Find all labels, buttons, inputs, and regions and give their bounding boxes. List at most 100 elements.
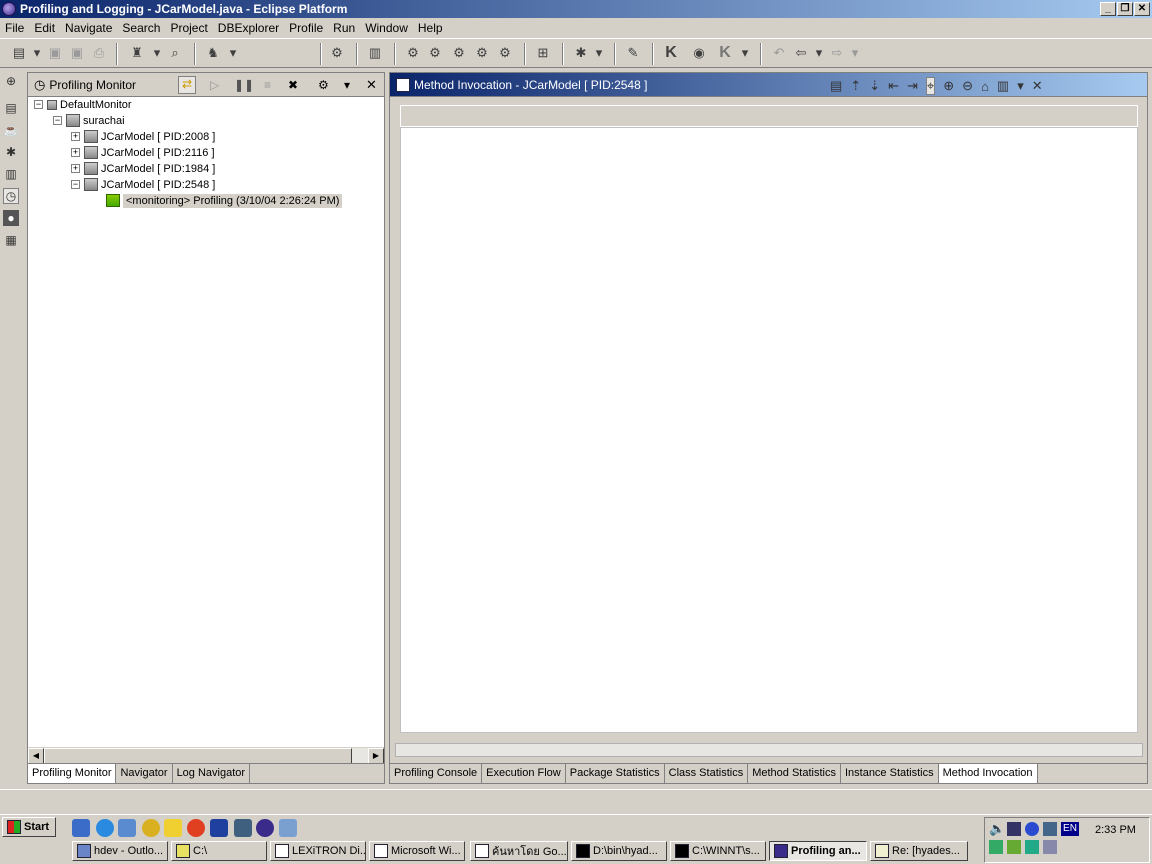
tab-execution-flow[interactable]: Execution Flow [482,764,566,783]
tab-navigator[interactable]: Navigator [116,764,173,783]
home-icon[interactable]: ⌂ [981,79,989,94]
tray-icon[interactable] [1007,840,1021,854]
back-icon[interactable]: ⇦ [792,44,810,62]
taskbar-item[interactable]: Re: [hyades... [870,841,968,861]
forward-dropdown-icon[interactable]: ▾ [846,44,864,62]
collapse-icon[interactable]: − [71,180,80,189]
taskbar-item[interactable]: C:\WINNT\s... [670,841,766,861]
media-icon[interactable] [187,819,205,837]
collapse-icon[interactable]: ⚙ [318,78,329,92]
next-invocation-icon[interactable]: ⇥ [907,78,918,94]
package-stats-icon[interactable]: ⚙ [404,44,422,62]
debug-dropdown-icon[interactable]: ▾ [590,44,608,62]
app-icon[interactable] [164,819,182,837]
scroll-right-icon[interactable]: ▶ [368,748,384,764]
start-button[interactable]: Start [2,817,56,837]
k-dropdown-icon[interactable]: ▾ [736,44,754,62]
menu-edit[interactable]: Edit [29,21,60,35]
tree-process[interactable]: + JCarModel [ PID:2116 ] [71,145,215,160]
minimize-button[interactable]: _ [1100,2,1116,16]
horizontal-scrollbar[interactable]: ◀ ▶ [28,747,384,764]
profiling-perspective-icon[interactable]: ◷ [3,188,19,204]
menu-profile[interactable]: Profile [284,21,328,35]
taskbar-item[interactable]: LEXiTRON Di... [270,841,366,861]
taskbar-item[interactable]: D:\bin\hyad... [571,841,667,861]
db-perspective-icon[interactable]: ▦ [3,232,19,248]
tray-icon[interactable] [989,840,1003,854]
debug-perspective-icon[interactable]: ✱ [3,144,19,160]
tray-icon[interactable] [1043,822,1057,836]
tab-profiling-monitor[interactable]: Profiling Monitor [28,764,117,783]
globe-icon[interactable]: ◉ [690,44,708,62]
close-view-icon[interactable]: ✕ [366,77,377,93]
menu-file[interactable]: File [0,21,29,35]
tray-icon[interactable] [1025,840,1039,854]
menu-navigate[interactable]: Navigate [60,21,117,35]
resource-perspective-icon[interactable]: ▤ [3,100,19,116]
tab-class-statistics[interactable]: Class Statistics [665,764,749,783]
menu-project[interactable]: Project [165,21,212,35]
book-icon[interactable] [234,819,252,837]
zoom-in-icon[interactable]: ⊕ [943,78,954,94]
open-type-icon[interactable]: ♜ [128,44,146,62]
open-source-icon[interactable]: ▤ [830,78,842,94]
select-icon[interactable]: ⌖ [925,77,936,95]
expand-icon[interactable]: + [71,132,80,141]
clock[interactable]: 2:33 PM [1095,824,1136,836]
tray-icon[interactable] [1025,822,1039,836]
link-icon[interactable]: ⇄ [178,76,196,94]
last-edit-icon[interactable]: ↶ [770,44,788,62]
save-icon[interactable]: ▣ [46,44,64,62]
k-gray-icon[interactable]: K [716,44,734,62]
tab-package-statistics[interactable]: Package Statistics [566,764,665,783]
new-dropdown-icon[interactable]: ▾ [28,44,46,62]
tab-instance-statistics[interactable]: Instance Statistics [841,764,939,783]
start-monitoring-icon[interactable]: ▷ [210,78,219,92]
close-view-icon[interactable]: ✕ [1032,78,1043,94]
forward-icon[interactable]: ⇨ [828,44,846,62]
open-type-dropdown-icon[interactable]: ▾ [148,44,166,62]
tree-agent[interactable]: <monitoring> Profiling (3/10/04 2:26:24 … [106,193,343,208]
tab-profiling-console[interactable]: Profiling Console [390,764,483,783]
menu-help[interactable]: Help [413,21,448,35]
restore-button[interactable]: ❐ [1117,2,1133,16]
outlook-icon[interactable] [118,819,136,837]
ie-icon[interactable] [96,819,114,837]
language-indicator[interactable]: EN [1061,822,1079,836]
tree-host[interactable]: − surachai [53,113,125,128]
menu-run[interactable]: Run [328,21,360,35]
save-all-icon[interactable]: ▣ [68,44,86,62]
view-menu-icon[interactable]: ▾ [1017,78,1024,94]
scroll-thumb[interactable] [44,748,352,764]
tree-root[interactable]: − DefaultMonitor [34,97,132,112]
open-perspective-icon[interactable]: ⊕ [3,73,19,89]
taskbar-item[interactable]: hdev - Outlo... [72,841,168,861]
tree-process[interactable]: + JCarModel [ PID:1984 ] [71,161,215,176]
app-icon[interactable] [142,819,160,837]
app-icon[interactable] [279,819,297,837]
network-icon[interactable] [1007,822,1021,836]
profile-dropdown-icon[interactable]: ▾ [224,44,242,62]
taskbar-item[interactable]: Microsoft Wi... [369,841,465,861]
eclipse-icon[interactable] [256,819,274,837]
scroll-left-icon[interactable]: ◀ [28,748,44,764]
object-refs-icon[interactable]: ⚙ [496,44,514,62]
menu-dbexplorer[interactable]: DBExplorer [213,21,284,35]
tree-process[interactable]: − JCarModel [ PID:2548 ] [71,177,215,192]
hierarchy-icon[interactable]: ⊞ [534,44,552,62]
class-stats-icon[interactable]: ⚙ [426,44,444,62]
view-menu-icon[interactable]: ▾ [344,78,350,92]
data-perspective-icon[interactable]: ▥ [3,166,19,182]
taskbar-item-active[interactable]: Profiling an... [769,841,867,861]
new-icon[interactable]: ▤ [10,44,28,62]
expand-icon[interactable]: + [71,164,80,173]
sort-down-icon[interactable]: ⇣ [869,78,880,94]
server-perspective-icon[interactable]: ● [3,210,19,226]
horizontal-scrollbar[interactable] [395,743,1143,757]
zoom-out-icon[interactable]: ⊖ [962,78,973,94]
show-desktop-icon[interactable] [72,819,90,837]
java-perspective-icon[interactable]: ☕ [3,122,19,138]
word-icon[interactable] [210,819,228,837]
prev-invocation-icon[interactable]: ⇤ [888,78,899,94]
tree-process[interactable]: + JCarModel [ PID:2008 ] [71,129,215,144]
